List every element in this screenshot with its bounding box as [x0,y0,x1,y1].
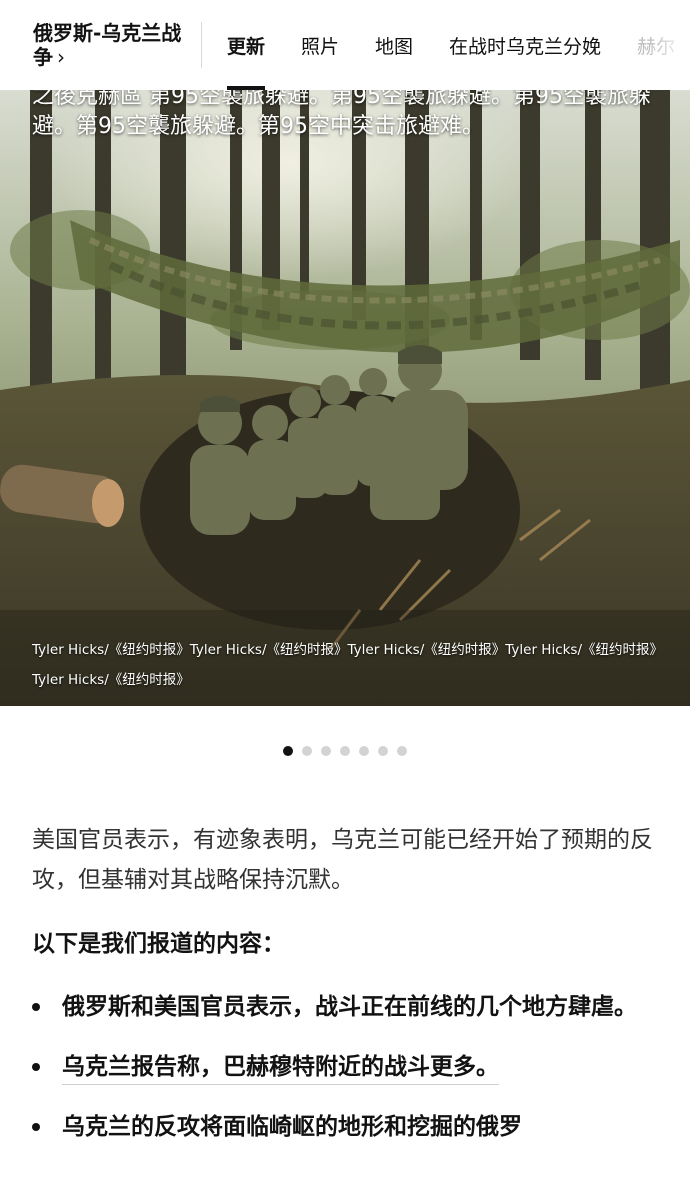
carousel-dot[interactable] [321,746,331,756]
list-item[interactable]: 乌克兰报告称，巴赫穆特附近的战斗更多。 [32,1048,658,1086]
article-lede: 美国官员表示，有迹象表明，乌克兰可能已经开始了预期的反攻，但基辅对其战略保持沉默… [32,827,653,893]
carousel-dot[interactable] [340,746,350,756]
carousel-dot[interactable] [359,746,369,756]
list-item-text: 俄罗斯和美国官员表示，战斗正在前线的几个地方肆虐。 [62,994,637,1020]
bullet-icon [32,1063,40,1071]
article-photo[interactable]: 之後克赫區 第95空襲旅躲避。第95空襲旅躲避。第95空襲旅躲避。第95空襲旅躲… [0,90,690,706]
carousel-dot[interactable] [397,746,407,756]
chevron-right-icon: › [57,45,65,69]
tab-photos[interactable]: 照片 [301,0,339,90]
tab-updates-label: 更新 [227,35,266,58]
tab-maps[interactable]: 地图 [375,0,413,90]
bullet-icon [32,1003,40,1011]
header-divider [201,22,202,68]
list-item-text: 乌克兰的反攻将面临崎岖的地形和挖掘的俄罗 [62,1114,522,1140]
carousel-dot[interactable] [302,746,312,756]
article-body: 美国官员表示，有迹象表明，乌克兰可能已经开始了预期的反攻，但基辅对其战略保持沉默… [32,820,658,1168]
section-tabs: 更新 照片 地图 在战时乌克兰分娩 赫尔 [227,0,690,90]
tab-updates[interactable]: 更新 [227,0,266,90]
list-item: 俄罗斯和美国官员表示，战斗正在前线的几个地方肆虐。 [32,988,658,1026]
tab-giving-birth-label: 在战时乌克兰分娩 [449,35,602,58]
tabs-fade-overlay [650,0,690,90]
tab-photos-label: 照片 [301,35,340,58]
bullet-icon [32,1123,40,1131]
section-title-link[interactable]: 俄罗斯-乌克兰战争 › [0,21,201,69]
section-header: 俄罗斯-乌克兰战争› 更新 照片 地图 在战时乌克兰分娩 赫尔 [0,0,690,90]
article-subhead: 以下是我们报道的内容： [32,931,285,957]
key-points-list: 俄罗斯和美国官员表示，战斗正在前线的几个地方肆虐。 乌克兰报告称，巴赫穆特附近的… [32,988,658,1146]
carousel-dots [0,746,690,756]
forest-trench-image [0,90,690,706]
tab-giving-birth[interactable]: 在战时乌克兰分娩 [449,0,601,90]
carousel-dot[interactable] [378,746,388,756]
photo-credit: Tyler Hicks/《纽约时报》Tyler Hicks/《纽约时报》Tyle… [32,642,664,688]
photo-caption-overlay: 之後克赫區 第95空襲旅躲避。第95空襲旅躲避。第95空襲旅躲避。第95空襲旅躲… [32,90,651,139]
list-item: 乌克兰的反攻将面临崎岖的地形和挖掘的俄罗 [32,1108,658,1146]
carousel-dot[interactable] [283,746,293,756]
list-item-link[interactable]: 乌克兰报告称，巴赫穆特附近的战斗更多。 [62,1054,499,1085]
section-title-text: 俄罗斯-乌克兰战争 [33,21,182,69]
tab-maps-label: 地图 [375,35,414,58]
